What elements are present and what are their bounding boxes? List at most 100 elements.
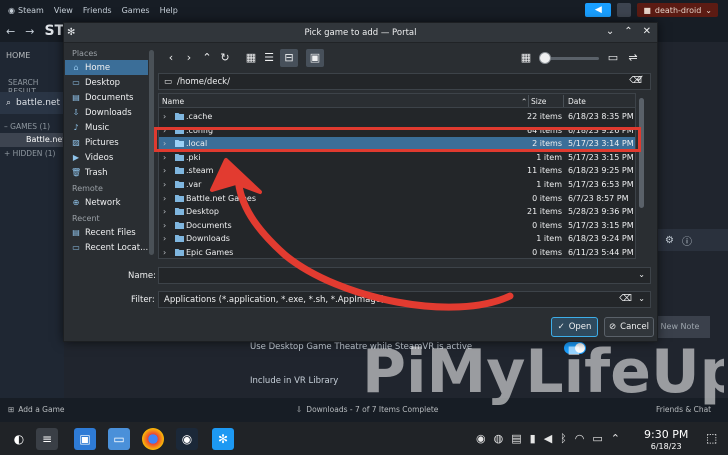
games-header[interactable]: – GAMES (1) xyxy=(4,122,50,131)
place-documents[interactable]: ▤ Documents xyxy=(65,90,149,105)
storage-icon[interactable]: ▮ xyxy=(530,432,536,445)
steam-menu-steam[interactable]: ◉ Steam xyxy=(8,6,44,15)
back-icon[interactable]: ‹ xyxy=(162,49,180,67)
forward-arrow-icon[interactable]: → xyxy=(25,25,34,38)
library-home[interactable]: HOME xyxy=(0,44,64,66)
column-name[interactable]: Name xyxy=(162,97,184,106)
close-icon[interactable]: ✕ xyxy=(643,26,651,37)
steam-menu-help[interactable]: Help xyxy=(160,6,178,15)
chevron-down-icon[interactable]: ⌄ xyxy=(638,294,645,303)
column-divider[interactable] xyxy=(528,95,529,107)
clock[interactable]: 9:30 PM 6/18/23 xyxy=(644,428,688,451)
expand-arrow-icon[interactable]: › xyxy=(163,180,166,189)
expand-arrow-icon[interactable]: › xyxy=(163,248,166,257)
compact-view-icon[interactable]: ☰ xyxy=(260,49,278,67)
expand-arrow-icon[interactable]: › xyxy=(163,153,166,162)
place-music[interactable]: ♪ Music xyxy=(65,120,149,135)
hidden-header[interactable]: + HIDDEN (1) xyxy=(4,149,55,158)
cancel-button[interactable]: ⊘ Cancel xyxy=(604,317,654,337)
place-network[interactable]: ⊕ Network xyxy=(65,195,149,210)
place-pictures[interactable]: ▨ Pictures xyxy=(65,135,149,150)
file-row[interactable]: › .var 1 item 5/17/23 6:53 PM xyxy=(159,178,635,192)
downloads-status[interactable]: ⇩ Downloads - 7 of 7 Items Complete xyxy=(296,405,438,414)
file-row[interactable]: › Documents 0 items 5/17/23 3:15 PM xyxy=(159,219,635,233)
chrome-icon[interactable] xyxy=(142,428,164,450)
gear-icon[interactable]: ⚙ xyxy=(665,235,674,246)
notifications-button[interactable] xyxy=(617,3,632,17)
file-row[interactable]: › Desktop 21 items 5/28/23 9:36 PM xyxy=(159,205,635,219)
zoom-icon[interactable]: ▦ xyxy=(517,49,535,67)
icons-view-icon[interactable]: ▦ xyxy=(242,49,260,67)
add-game-button[interactable]: ⊞ Add a Game xyxy=(8,405,65,414)
system-settings-icon[interactable]: ≡ xyxy=(36,428,58,450)
steam-menu-view[interactable]: View xyxy=(54,6,73,15)
clipboard-icon[interactable]: ▤ xyxy=(511,432,521,445)
show-desktop-icon[interactable]: ⬚ xyxy=(706,431,717,445)
new-folder-icon[interactable]: ▭ xyxy=(604,49,622,67)
file-row[interactable]: › .pki 1 item 5/17/23 3:15 PM xyxy=(159,151,635,165)
app-launcher-icon[interactable]: ◐ xyxy=(8,428,30,450)
bluetooth-icon[interactable]: ᛒ xyxy=(560,432,567,445)
open-button[interactable]: ✓ Open xyxy=(551,317,598,337)
library-search-input[interactable]: ⌕ battle.net xyxy=(0,92,64,114)
discover-store-icon[interactable]: ▣ xyxy=(74,428,96,450)
column-date[interactable]: Date xyxy=(568,97,586,106)
desktop-theatre-toggle[interactable] xyxy=(564,342,586,354)
kde-portal-icon[interactable]: ✻ xyxy=(212,428,234,450)
parent-folder-icon[interactable]: ⌃ xyxy=(198,49,216,67)
file-manager-icon[interactable]: ▭ xyxy=(108,428,130,450)
file-row[interactable]: › Epic Games 0 items 6/11/23 5:44 PM xyxy=(159,246,635,258)
expand-arrow-icon[interactable]: › xyxy=(163,194,166,203)
maximize-icon[interactable]: ⌃ xyxy=(624,26,632,37)
file-row[interactable]: › Downloads 1 item 6/18/23 9:24 PM xyxy=(159,232,635,246)
path-confirm-icon[interactable]: ✓ xyxy=(636,74,644,85)
file-row[interactable]: › Battle.net Games 0 items 6/7/23 8:57 PM xyxy=(159,192,635,206)
name-input[interactable]: ⌄ xyxy=(158,267,651,284)
filter-select[interactable]: Applications (*.application, *.exe, *.sh… xyxy=(158,291,651,308)
place-home[interactable]: ⌂ Home xyxy=(65,60,149,75)
steam-menu-friends[interactable]: Friends xyxy=(83,6,112,15)
steam-tray-icon[interactable]: ◉ xyxy=(476,432,486,445)
volume-icon[interactable]: ◀ xyxy=(544,432,552,445)
clear-filter-icon[interactable]: ⌫ xyxy=(619,294,632,304)
zoom-slider-handle[interactable] xyxy=(539,52,551,64)
reload-icon[interactable]: ↻ xyxy=(216,49,234,67)
detail-tree-view-icon[interactable]: ⊟ xyxy=(280,49,298,67)
info-icon[interactable]: ⓘ xyxy=(682,233,692,248)
file-row[interactable]: › .cache 22 items 6/18/23 8:35 PM xyxy=(159,110,635,124)
place-videos[interactable]: ▶ Videos xyxy=(65,150,149,165)
expand-arrow-icon[interactable]: › xyxy=(163,112,166,121)
path-field[interactable]: ▭ /home/deck/ ⌫ xyxy=(158,73,651,90)
friends-chat-button[interactable]: Friends & Chat xyxy=(656,405,711,414)
expand-tray-icon[interactable]: ⌃ xyxy=(611,432,620,445)
places-scrollbar-thumb[interactable] xyxy=(149,50,154,255)
steam-menu-games[interactable]: Games xyxy=(122,6,150,15)
expand-arrow-icon[interactable]: › xyxy=(163,166,166,175)
column-divider[interactable] xyxy=(563,95,564,107)
chevron-down-icon[interactable]: ⌄ xyxy=(638,270,645,279)
place-trash[interactable]: 🗑 Trash xyxy=(65,165,149,180)
options-icon[interactable]: ⇌ xyxy=(624,49,642,67)
account-menu[interactable]: ■ death-droid ⌄ xyxy=(637,3,718,17)
dialog-titlebar[interactable]: ✻ Pick game to add — Portal ⌄ ⌃ ✕ xyxy=(64,23,657,43)
place-recent-locations[interactable]: ▭ Recent Locat... xyxy=(65,240,149,255)
game-item-battle-net[interactable]: Battle.net xyxy=(0,133,65,147)
expand-arrow-icon[interactable]: › xyxy=(163,207,166,216)
expand-arrow-icon[interactable]: › xyxy=(163,234,166,243)
new-note-button[interactable]: New Note xyxy=(650,316,710,338)
audio-device-icon[interactable]: ◍ xyxy=(494,432,504,445)
wifi-icon[interactable]: ◠ xyxy=(575,432,585,445)
column-size[interactable]: Size xyxy=(531,97,546,106)
place-desktop[interactable]: ▭ Desktop xyxy=(65,75,149,90)
back-arrow-icon[interactable]: ← xyxy=(6,25,15,38)
steam-taskbar-icon[interactable]: ◉ xyxy=(176,428,198,450)
place-downloads[interactable]: ⇩ Downloads xyxy=(65,105,149,120)
minimize-icon[interactable]: ⌄ xyxy=(606,26,614,37)
file-list-scrollbar-thumb[interactable] xyxy=(639,98,644,208)
expand-arrow-icon[interactable]: › xyxy=(163,221,166,230)
file-row[interactable]: › .steam 11 items 6/18/23 9:25 PM xyxy=(159,164,635,178)
place-recent-files[interactable]: ▤ Recent Files xyxy=(65,225,149,240)
battery-icon[interactable]: ▭ xyxy=(592,432,602,445)
preview-icon[interactable]: ▣ xyxy=(306,49,324,67)
forward-icon[interactable]: › xyxy=(180,49,198,67)
